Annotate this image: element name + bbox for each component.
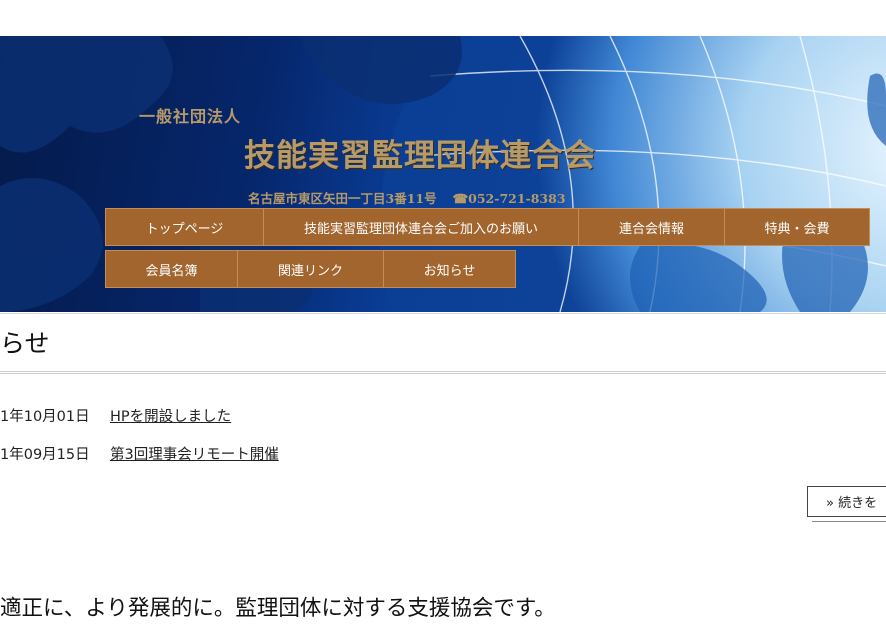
nav-federation-info[interactable]: 連合会情報 [578, 208, 725, 246]
org-address: 名古屋市東区矢田一丁目3番11号 ☎052-721-8383 [248, 188, 566, 207]
header-divider [0, 313, 886, 314]
news-link[interactable]: HPを開設しました [110, 409, 231, 425]
read-more-underline [812, 521, 886, 522]
news-link[interactable]: 第3回理事会リモート開催 [110, 447, 279, 463]
nav-benefits-fees[interactable]: 特典・会費 [724, 208, 870, 246]
org-type: 一般社団法人 [139, 107, 242, 126]
page: 一般社団法人 技能実習監理団体連合会 名古屋市東区矢田一丁目3番11号 ☎052-… [0, 0, 886, 631]
nav-member-list[interactable]: 会員名簿 [105, 250, 238, 288]
tel-text: ☎052-721-8383 [452, 191, 566, 206]
news-section-title: らせ [0, 329, 50, 358]
org-name: 技能実習監理団体連合会 [244, 138, 596, 174]
section-divider [0, 371, 886, 374]
nav-related-links[interactable]: 関連リンク [237, 250, 384, 288]
address-text: 名古屋市東区矢田一丁目3番11号 [248, 191, 437, 206]
news-item: 1年09月15日 第3回理事会リモート開催 [0, 443, 279, 464]
nav-top-page[interactable]: トップページ [105, 208, 264, 246]
tagline: 適正に、より発展的に。監理団体に対する支援協会です。 [0, 596, 556, 621]
nav-news[interactable]: お知らせ [383, 250, 516, 288]
news-date: 1年10月01日 [0, 409, 90, 425]
read-more-button[interactable]: » 続きを [807, 486, 886, 517]
news-item: 1年10月01日 HPを開設しました [0, 405, 231, 426]
news-date: 1年09月15日 [0, 447, 90, 463]
nav-membership-request[interactable]: 技能実習監理団体連合会ご加入のお願い [263, 208, 579, 246]
